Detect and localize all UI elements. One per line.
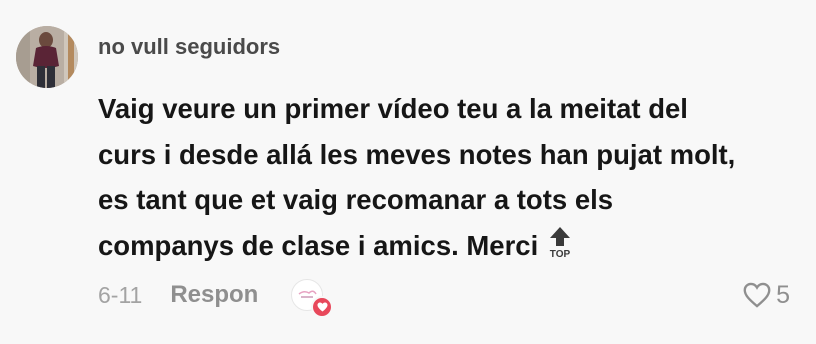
- avatar[interactable]: [16, 26, 78, 88]
- creator-liked-heart-icon[interactable]: [291, 279, 333, 318]
- comment-text-line: Vaig veure un primer vídeo teu a la meit…: [98, 93, 688, 124]
- reply-button[interactable]: Respon: [170, 281, 258, 309]
- comment-text-line: curs i desde allá les meves notes han pu…: [98, 138, 736, 170]
- comment-text-line-last: companys de clase i amics. Merci TOP: [98, 223, 798, 269]
- comment-meta: 6-11 Respon: [98, 279, 258, 311]
- heart-outline-icon[interactable]: [743, 282, 771, 308]
- top-arrow-emoji-icon: TOP: [546, 225, 574, 260]
- comment-text-line: es tant que et vaig recomanar a tots els: [98, 184, 614, 215]
- like-count: 5: [776, 280, 790, 309]
- username[interactable]: no vull seguidors: [98, 34, 280, 60]
- heart-badge-icon: [311, 296, 333, 318]
- like-button[interactable]: 5: [743, 279, 790, 311]
- comment-item: no vull seguidors Vaig veure un primer v…: [0, 0, 816, 344]
- comment-text-line: companys de clase i amics. Merci: [98, 229, 539, 261]
- avatar-photo: [16, 26, 78, 88]
- comment-text: Vaig veure un primer vídeo teu a la meit…: [98, 86, 798, 268]
- top-emoji-label: TOP: [550, 249, 571, 259]
- comment-date: 6-11: [98, 281, 143, 308]
